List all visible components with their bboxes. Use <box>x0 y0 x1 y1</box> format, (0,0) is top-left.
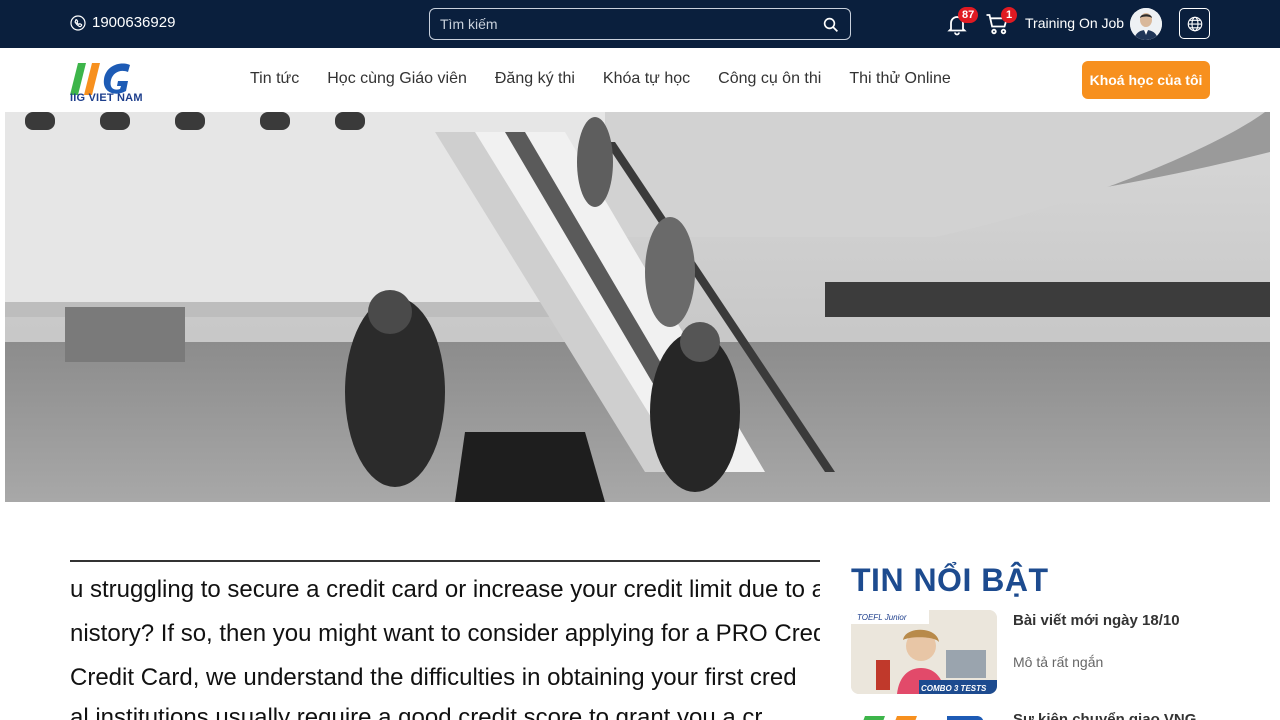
nav-self-study[interactable]: Khóa tự học <box>603 70 690 88</box>
search-input[interactable] <box>440 14 810 34</box>
phone-number: 1900636929 <box>92 14 176 31</box>
top-bar: 1900636929 87 1 Training On Job <box>0 0 1280 48</box>
nav-news[interactable]: Tin tức <box>250 70 299 88</box>
article-line: al institutions usually require a good c… <box>70 704 763 720</box>
hero-banner[interactable] <box>5 112 1270 502</box>
globe-icon <box>1187 16 1202 31</box>
featured-article-image[interactable]: u struggling to secure a credit card or … <box>70 560 820 720</box>
language-button[interactable] <box>1179 8 1210 39</box>
news-thumbnail[interactable] <box>857 712 987 720</box>
news-description: Mô tả rất ngắn <box>1013 654 1104 670</box>
notification-badge: 87 <box>958 7 979 23</box>
thumb-tag: TOEFL Junior <box>857 613 907 622</box>
thumb-banner: COMBO 3 TESTS <box>921 684 987 693</box>
article-line: nistory? If so, then you might want to c… <box>70 620 820 647</box>
news-title[interactable]: Sự kiện chuyển giao VNG <box>1013 711 1196 720</box>
main-menu: Tin tức Học cùng Giáo viên Đăng ký thi K… <box>250 70 951 88</box>
news-thumbnail[interactable]: TOEFL Junior COMBO 3 TESTS <box>851 610 997 694</box>
search-icon[interactable] <box>822 16 840 34</box>
featured-news-title: TIN NỔI BẬT <box>851 562 1049 598</box>
phone-icon <box>70 14 86 31</box>
nav-online-mock-test[interactable]: Thi thử Online <box>849 70 950 88</box>
article-line: Credit Card, we understand the difficult… <box>70 664 797 691</box>
avatar[interactable] <box>1130 8 1162 40</box>
search-box[interactable] <box>429 8 851 40</box>
main-nav-bar: IIG VIET NAM Tin tức Học cùng Giáo viên … <box>0 48 1280 112</box>
news-title[interactable]: Bài viết mới ngày 18/10 <box>1013 612 1180 629</box>
my-courses-button[interactable]: Khoá học của tôi <box>1082 61 1210 99</box>
cart-badge: 1 <box>1001 7 1017 23</box>
nav-exam-prep-tools[interactable]: Công cụ ôn thi <box>718 70 821 88</box>
news-thumbnail-image: TOEFL Junior COMBO 3 TESTS <box>851 610 997 694</box>
nav-learn-with-teacher[interactable]: Học cùng Giáo viên <box>327 70 467 88</box>
logo-text: IIG VIET NAM <box>70 92 143 104</box>
user-name[interactable]: Training On Job <box>1025 15 1124 31</box>
nav-exam-registration[interactable]: Đăng ký thi <box>495 70 575 88</box>
avatar-image <box>1130 8 1162 40</box>
hero-image <box>5 112 1270 502</box>
hotline[interactable]: 1900636929 <box>70 14 175 31</box>
article-line: u struggling to secure a credit card or … <box>70 576 820 603</box>
